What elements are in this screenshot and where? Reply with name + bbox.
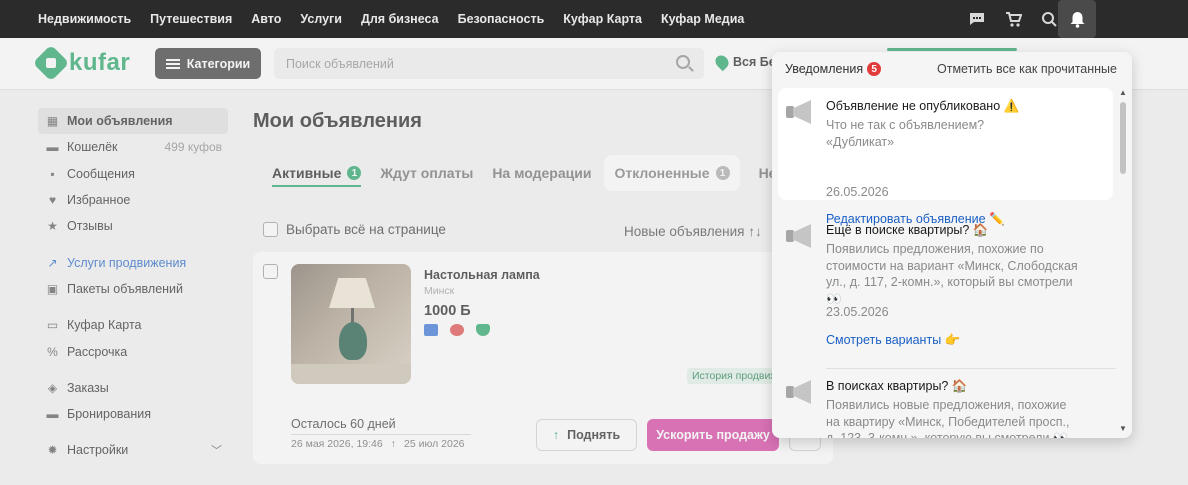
topnav-services[interactable]: Услуги [300,12,342,26]
notification-date: 26.05.2026 [826,185,889,199]
topnav-kufar-card[interactable]: Куфар Карта [563,12,642,26]
search-saved-icon[interactable] [1038,8,1060,30]
topnav-kufar-media[interactable]: Куфар Медиа [661,12,744,26]
see-options-link[interactable]: Смотреть варианты 👉 [826,333,960,348]
notification-item[interactable]: Объявление не опубликовано ⚠️ Что не так… [778,88,1113,226]
cart-icon[interactable] [1002,8,1024,30]
chat-icon[interactable] [966,8,988,30]
mark-all-read-button[interactable]: Отметить все как прочитанные [937,62,1117,76]
top-nav: Недвижимость Путешествия Авто Услуги Для… [0,12,763,26]
top-bar: Недвижимость Путешествия Авто Услуги Для… [0,0,1188,38]
megaphone-icon [786,100,814,124]
notifications-title: Уведомления [785,62,864,76]
notifications-count-badge: 5 [867,62,882,76]
topnav-business[interactable]: Для бизнеса [361,12,439,26]
topnav-realty[interactable]: Недвижимость [38,12,131,26]
megaphone-icon [786,224,814,248]
notification-title: Объявление не опубликовано ⚠️ [826,99,1020,113]
notifications-scrollbar[interactable]: ▲ ▼ [1118,88,1128,438]
bell-icon[interactable] [1058,0,1096,38]
topnav-travel[interactable]: Путешествия [150,12,232,26]
scroll-up-icon[interactable]: ▲ [1119,88,1127,97]
notification-title: В поисках квартиры? 🏠 [826,379,968,393]
notification-item[interactable]: В поисках квартиры? 🏠 Появились новые пр… [778,368,1113,438]
notification-title: Ещё в поиске квартиры? 🏠 [826,223,989,237]
notification-date: 23.05.2026 [826,305,889,319]
scroll-down-icon[interactable]: ▼ [1119,424,1127,433]
notification-item[interactable]: Ещё в поиске квартиры? 🏠 Появились предл… [778,212,1113,352]
notification-body: Появились предложения, похожие по стоимо… [826,242,1078,306]
notifications-title-wrap: Уведомления 5 [785,62,882,76]
scroll-thumb[interactable] [1120,102,1126,174]
notifications-header: Уведомления 5 Отметить все как прочитанн… [772,52,1132,86]
notification-body: Что не так с объявлением? «Дубликат» [826,118,985,149]
topnav-auto[interactable]: Авто [251,12,281,26]
topnav-security[interactable]: Безопасность [458,12,545,26]
notifications-panel: Уведомления 5 Отметить все как прочитанн… [772,52,1132,438]
notification-body: Появились новые предложения, похожие на … [826,398,1070,438]
megaphone-icon [786,380,814,404]
